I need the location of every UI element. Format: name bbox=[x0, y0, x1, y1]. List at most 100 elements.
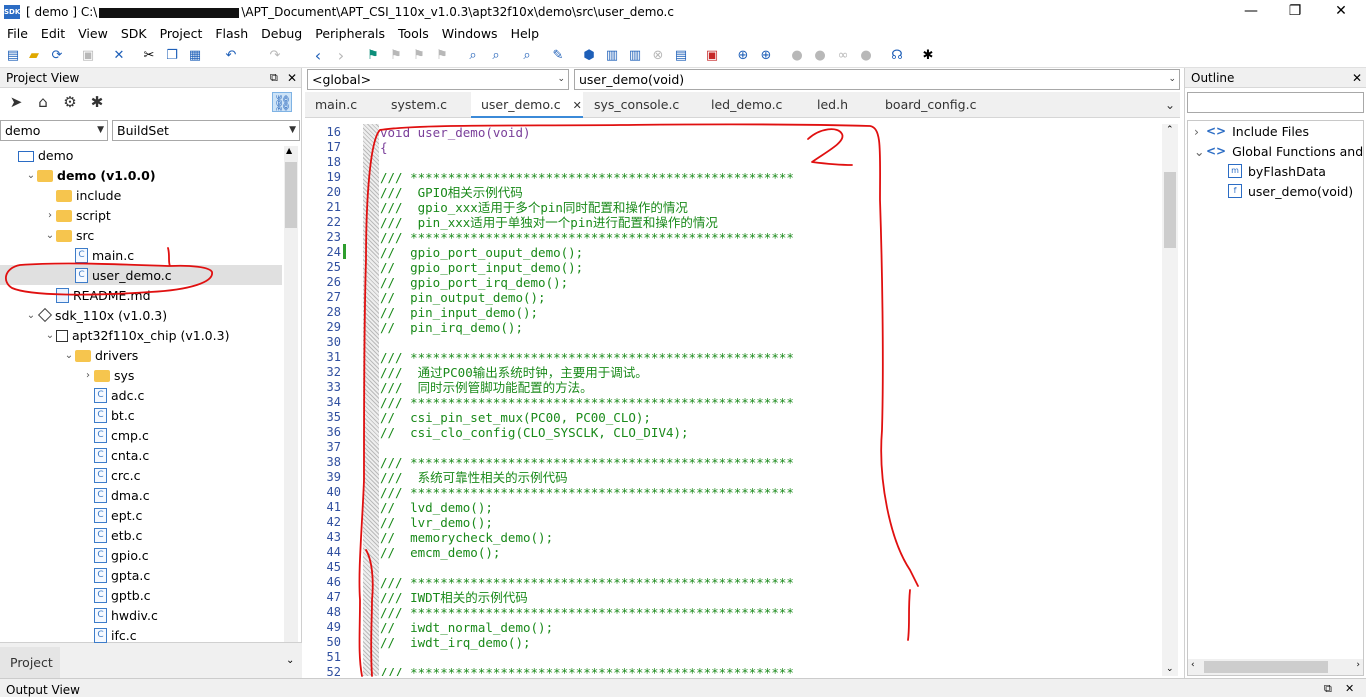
code-line[interactable]: /// ************************************… bbox=[380, 575, 794, 590]
scroll-left-icon[interactable]: ‹ bbox=[1191, 660, 1195, 670]
tree-item[interactable]: Cmain.c bbox=[0, 245, 282, 265]
hscroll-thumb[interactable] bbox=[1204, 661, 1328, 673]
menu-edit[interactable]: Edit bbox=[34, 26, 71, 41]
open-folder-icon[interactable]: ▰ bbox=[25, 46, 43, 64]
code-line[interactable]: // csi_pin_set_mux(PC00, PC00_CLO); bbox=[380, 410, 651, 425]
tab-led-demo-c[interactable]: led_demo.c bbox=[711, 92, 782, 118]
tree-item[interactable]: ⌄ drivers bbox=[0, 345, 282, 365]
run-icon[interactable]: ● bbox=[788, 46, 806, 64]
code-line[interactable]: /// ************************************… bbox=[380, 455, 794, 470]
outline-item-byflashdata[interactable]: m byFlashData bbox=[1228, 161, 1326, 181]
tree-item[interactable]: Cept.c bbox=[0, 505, 282, 525]
function-combo[interactable]: user_demo(void) ⌄ bbox=[574, 69, 1180, 90]
code-line[interactable]: /// 通过PC00输出系统时钟，主要用于调试。 bbox=[380, 365, 648, 380]
disconnect-icon[interactable]: ● bbox=[857, 46, 875, 64]
cut-icon[interactable]: ✂ bbox=[140, 46, 158, 64]
code-line[interactable]: /// ************************************… bbox=[380, 665, 794, 676]
code-line[interactable]: // emcm_demo(); bbox=[380, 545, 500, 560]
editor-scroll-thumb[interactable] bbox=[1164, 172, 1176, 248]
fold-margin[interactable] bbox=[363, 124, 379, 676]
code-line[interactable]: /// GPIO相关示例代码 bbox=[380, 185, 523, 200]
build-all-icon[interactable]: ▥ bbox=[626, 46, 644, 64]
bug-icon[interactable]: ✱ bbox=[919, 46, 937, 64]
code-line[interactable]: /// gpio_xxx适用于多个pin同时配置和操作的情况 bbox=[380, 200, 688, 215]
tab-list-chevron-icon[interactable]: ⌄ bbox=[1165, 92, 1175, 118]
tree-item[interactable]: Cgptb.c bbox=[0, 585, 282, 605]
tab-board-config-c[interactable]: board_config.c bbox=[885, 92, 976, 118]
code-line[interactable]: // pin_irq_demo(); bbox=[380, 320, 523, 335]
bug-filter-icon[interactable]: ✱ bbox=[87, 92, 107, 112]
rebuild-icon[interactable]: ▥ bbox=[603, 46, 621, 64]
tree-item[interactable]: Chwdiv.c bbox=[0, 605, 282, 625]
project-tree-scrollbar[interactable]: ▲ ▼ bbox=[284, 146, 298, 652]
outline-filter-input[interactable] bbox=[1187, 92, 1364, 113]
undock-icon[interactable]: ⧉ bbox=[1324, 682, 1332, 696]
tree-item[interactable]: include bbox=[0, 185, 282, 205]
tree-item[interactable]: Ccmp.c bbox=[0, 425, 282, 445]
menu-flash[interactable]: Flash bbox=[208, 26, 254, 41]
tab-main-c[interactable]: main.c bbox=[315, 92, 357, 118]
tree-item[interactable]: ⌄ sdk_110x (v1.0.3) bbox=[0, 305, 282, 325]
chevron-right-icon[interactable]: › bbox=[44, 210, 56, 221]
code-line[interactable]: /// IWDT相关的示例代码 bbox=[380, 590, 528, 605]
tab-close-icon[interactable]: ✕ bbox=[573, 99, 582, 112]
menu-file[interactable]: File bbox=[0, 26, 34, 41]
headset-icon[interactable]: ☊ bbox=[888, 46, 906, 64]
chevron-down-icon[interactable]: ⌄ bbox=[63, 350, 75, 361]
code-line[interactable]: /// ************************************… bbox=[380, 395, 794, 410]
panel-close-icon[interactable]: ✕ bbox=[1352, 71, 1362, 85]
code-line[interactable]: // gpio_port_ouput_demo(); bbox=[380, 245, 583, 260]
code-line[interactable]: // gpio_port_input_demo(); bbox=[380, 260, 583, 275]
redo-icon[interactable]: ↷ bbox=[266, 46, 284, 64]
bookmark-clear-icon[interactable]: ⚑ bbox=[433, 46, 451, 64]
tree-item[interactable]: Cdma.c bbox=[0, 485, 282, 505]
scroll-right-icon[interactable]: › bbox=[1356, 660, 1360, 670]
code-line[interactable]: /// ************************************… bbox=[380, 170, 794, 185]
close-window-button[interactable]: ✕ bbox=[1318, 0, 1364, 24]
menu-debug[interactable]: Debug bbox=[254, 26, 308, 41]
tree-item[interactable]: Cetb.c bbox=[0, 525, 282, 545]
buildset-combo[interactable]: BuildSet ▼ bbox=[112, 120, 300, 141]
code-line[interactable]: /// ************************************… bbox=[380, 350, 794, 365]
menu-tools[interactable]: Tools bbox=[391, 26, 435, 41]
home-icon[interactable]: ⌂ bbox=[33, 92, 53, 112]
forward-icon[interactable]: › bbox=[332, 46, 350, 65]
menu-project[interactable]: Project bbox=[153, 26, 209, 41]
code-line[interactable]: // iwdt_irq_demo(); bbox=[380, 635, 531, 650]
menu-peripherals[interactable]: Peripherals bbox=[308, 26, 391, 41]
code-line[interactable]: // memorycheck_demo(); bbox=[380, 530, 553, 545]
scroll-up-icon[interactable]: ▲ bbox=[286, 146, 292, 155]
minimize-button[interactable]: — bbox=[1228, 0, 1274, 24]
refresh-icon[interactable]: ⟳ bbox=[48, 46, 66, 64]
editor-scrollbar[interactable]: ⌃ ⌄ bbox=[1162, 124, 1178, 676]
panel-close-icon[interactable]: ✕ bbox=[1345, 682, 1354, 695]
tree-item[interactable]: Cgpta.c bbox=[0, 565, 282, 585]
back-icon[interactable]: ‹ bbox=[309, 46, 327, 65]
clean-icon[interactable]: ▤ bbox=[672, 46, 690, 64]
scroll-down-icon[interactable]: ⌄ bbox=[1166, 664, 1174, 674]
wand-icon[interactable]: ✎ bbox=[549, 46, 567, 64]
paste-icon[interactable]: ▦ bbox=[186, 46, 204, 64]
code-line[interactable]: // gpio_port_irq_demo(); bbox=[380, 275, 568, 290]
chevron-down-icon[interactable]: ⌄ bbox=[25, 170, 37, 181]
tree-item[interactable]: ⌄ src bbox=[0, 225, 282, 245]
chevron-down-icon[interactable]: ⌄ bbox=[286, 655, 294, 666]
debug-start-icon[interactable]: ⊕ bbox=[734, 46, 752, 64]
tree-item[interactable]: Ccrc.c bbox=[0, 465, 282, 485]
chevron-down-icon[interactable]: ⌄ bbox=[25, 310, 37, 321]
navigate-icon[interactable]: ➤ bbox=[6, 92, 26, 112]
code-line[interactable]: { bbox=[380, 140, 388, 155]
tree-item[interactable]: Cadc.c bbox=[0, 385, 282, 405]
maximize-button[interactable]: ❐ bbox=[1272, 0, 1318, 24]
bookmark-prev-icon[interactable]: ⚑ bbox=[387, 46, 405, 64]
scope-combo[interactable]: <global> ⌄ bbox=[307, 69, 569, 90]
code-line[interactable]: // csi_clo_config(CLO_SYSCLK, CLO_DIV4); bbox=[380, 425, 689, 440]
tree-item[interactable]: README.md bbox=[0, 285, 282, 305]
stop-build-icon[interactable]: ⊗ bbox=[649, 46, 667, 64]
copy-icon[interactable]: ❐ bbox=[163, 46, 181, 64]
code-line[interactable]: /// 同时示例管脚功能配置的方法。 bbox=[380, 380, 593, 395]
network-icon[interactable]: ⚙ bbox=[60, 92, 80, 112]
link-icon[interactable]: ∞ bbox=[834, 46, 852, 64]
tree-item[interactable]: › script bbox=[0, 205, 282, 225]
tree-item[interactable]: Cbt.c bbox=[0, 405, 282, 425]
